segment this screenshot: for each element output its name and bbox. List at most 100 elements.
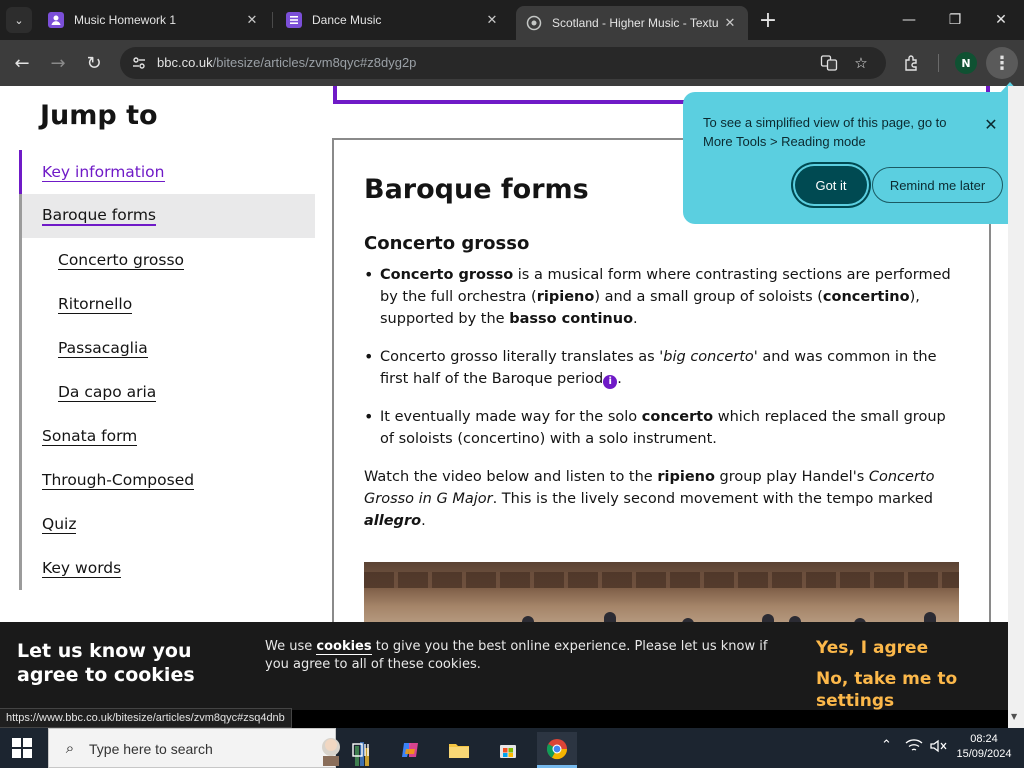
cookie-settings-button[interactable]: No, take me to settings xyxy=(816,668,986,712)
restore-button[interactable]: ❐ xyxy=(932,0,978,40)
chrome-icon xyxy=(546,738,568,759)
musician-figure xyxy=(924,612,936,622)
status-bar-url: https://www.bbc.co.uk/bitesize/articles/… xyxy=(0,708,292,728)
jump-link-baroque-forms[interactable]: Baroque forms xyxy=(22,194,315,238)
globe-icon xyxy=(526,15,542,31)
cookie-banner: Let us know you agree to cookies We use … xyxy=(0,622,1008,712)
star-icon[interactable]: ☆ xyxy=(850,53,872,73)
popup-message: To see a simplified view of this page, g… xyxy=(703,115,947,149)
jump-link-passacaglia[interactable]: Passacaglia xyxy=(22,326,315,370)
page-scrollbar[interactable] xyxy=(1008,86,1024,728)
profile-avatar[interactable]: N xyxy=(955,52,977,74)
address-bar[interactable]: bbc.co.uk/bitesize/articles/zvm8qyc#z8dy… xyxy=(120,47,886,79)
taskbar-search-box[interactable]: ⌕ Type here to search xyxy=(48,728,369,768)
close-icon[interactable]: ✕ xyxy=(244,12,260,28)
chevron-up-icon[interactable]: ⌃ xyxy=(881,738,892,753)
copilot-icon xyxy=(402,743,418,757)
url-text[interactable]: bbc.co.uk/bitesize/articles/zvm8qyc#z8dy… xyxy=(157,55,416,70)
clock-date: 15/09/2024 xyxy=(956,748,1012,760)
file-explorer-button[interactable] xyxy=(439,732,479,768)
site-settings-icon[interactable] xyxy=(130,54,148,72)
jump-link-quiz[interactable]: Quiz xyxy=(22,502,315,546)
section-heading: Baroque forms xyxy=(364,174,589,205)
forward-button[interactable]: → xyxy=(44,49,72,77)
video-player[interactable] xyxy=(364,562,959,622)
close-window-button[interactable]: ✕ xyxy=(978,0,1024,40)
search-placeholder: Type here to search xyxy=(89,741,213,757)
info-icon[interactable]: i xyxy=(603,375,618,389)
jump-link-ritornello[interactable]: Ritornello xyxy=(22,282,315,326)
minimize-button[interactable]: — xyxy=(886,0,932,40)
extensions-icon[interactable] xyxy=(899,50,925,76)
tab-title: Dance Music xyxy=(312,13,382,27)
store-icon xyxy=(500,745,516,758)
chrome-taskbar-button[interactable] xyxy=(537,732,577,768)
jump-link-through-composed[interactable]: Through-Composed xyxy=(22,458,315,502)
back-button[interactable]: ← xyxy=(8,49,36,77)
tab-dance-music[interactable]: Dance Music ✕ xyxy=(276,6,510,34)
bullet-list: Concerto grosso is a musical form where … xyxy=(364,264,964,466)
jump-to-title: Jump to xyxy=(40,100,158,131)
jump-link-sonata-form[interactable]: Sonata form xyxy=(22,414,315,458)
browser-toolbar: ← → ↻ bbc.co.uk/bitesize/articles/zvm8qy… xyxy=(0,40,1024,86)
cookie-agree-button[interactable]: Yes, I agree xyxy=(816,638,928,658)
got-it-button[interactable]: Got it xyxy=(795,166,867,204)
jump-link-key-words[interactable]: Key words xyxy=(22,546,315,590)
new-tab-button[interactable]: + xyxy=(756,6,780,34)
folder-icon xyxy=(449,744,469,758)
tab-title: Scotland - Higher Music - Textu xyxy=(552,16,719,30)
list-item: Concerto grosso is a musical form where … xyxy=(364,264,964,330)
speaker-muted-icon[interactable] xyxy=(929,738,947,758)
tab-music-homework[interactable]: Music Homework 1 ✕ xyxy=(38,6,270,34)
list-item: Concerto grosso literally translates as … xyxy=(364,346,964,390)
toolbar-divider xyxy=(938,54,939,72)
minimize-icon: — xyxy=(902,12,916,28)
reading-mode-popup: To see a simplified view of this page, g… xyxy=(683,92,1023,224)
close-icon[interactable]: ✕ xyxy=(981,114,1001,134)
url-domain: bbc.co.uk xyxy=(157,55,213,70)
remind-me-later-button[interactable]: Remind me later xyxy=(872,167,1003,203)
cookies-link[interactable]: cookies xyxy=(316,639,372,655)
task-view-icon xyxy=(352,743,369,757)
jump-to-list: Key information Baroque forms Concerto g… xyxy=(19,150,315,590)
close-icon[interactable]: ✕ xyxy=(484,12,500,28)
jump-link-key-information[interactable]: Key information xyxy=(22,150,315,194)
tab-search-button[interactable]: ⌄ xyxy=(6,7,32,33)
more-vert-icon: ⋮ xyxy=(993,52,1011,74)
tab-scotland-higher-music[interactable]: Scotland - Higher Music - Textu ✕ xyxy=(516,6,748,40)
musician-figure xyxy=(762,614,774,622)
windows-start-icon[interactable] xyxy=(12,738,32,758)
cookie-message: We use cookies to give you the best onli… xyxy=(265,639,768,672)
translate-icon[interactable] xyxy=(818,53,840,73)
url-path: /bitesize/articles/zvm8qyc#z8dyg2p xyxy=(212,55,417,70)
form-icon xyxy=(286,12,302,28)
plus-icon: + xyxy=(758,7,778,33)
close-icon[interactable]: ✕ xyxy=(722,15,738,31)
windows-taskbar: ⌕ Type here to search ⌃ 08:24 15/09/2024 xyxy=(0,728,1024,768)
cookie-heading: Let us know you agree to cookies xyxy=(17,640,195,686)
arrow-left-icon: ← xyxy=(14,52,30,74)
person-icon xyxy=(48,12,64,28)
jump-link-concerto-grosso[interactable]: Concerto grosso xyxy=(22,238,315,282)
reload-icon: ↻ xyxy=(86,52,102,74)
copilot-button[interactable] xyxy=(390,732,430,768)
arrow-right-icon: → xyxy=(50,52,66,74)
musician-figure xyxy=(604,612,616,622)
video-thumbnail-wall xyxy=(364,572,959,588)
close-icon: ✕ xyxy=(995,12,1007,28)
clock-time: 08:24 xyxy=(970,733,998,745)
task-view-button[interactable] xyxy=(340,732,380,768)
section-subheading: Concerto grosso xyxy=(364,233,530,254)
tab-title: Music Homework 1 xyxy=(74,13,177,27)
microsoft-store-button[interactable] xyxy=(488,732,528,768)
taskbar-clock[interactable]: 08:24 15/09/2024 xyxy=(952,732,1016,762)
list-item: It eventually made way for the solo conc… xyxy=(364,406,964,450)
video-intro-paragraph: Watch the video below and listen to the … xyxy=(364,469,935,529)
reload-button[interactable]: ↻ xyxy=(80,49,108,77)
chevron-down-icon: ⌄ xyxy=(14,13,24,27)
browser-menu-button[interactable]: ⋮ xyxy=(986,47,1018,79)
jump-link-da-capo-aria[interactable]: Da capo aria xyxy=(22,370,315,414)
scroll-down-icon[interactable]: ▼ xyxy=(1011,712,1021,724)
wifi-icon[interactable] xyxy=(905,738,923,758)
restore-icon: ❐ xyxy=(948,12,962,28)
